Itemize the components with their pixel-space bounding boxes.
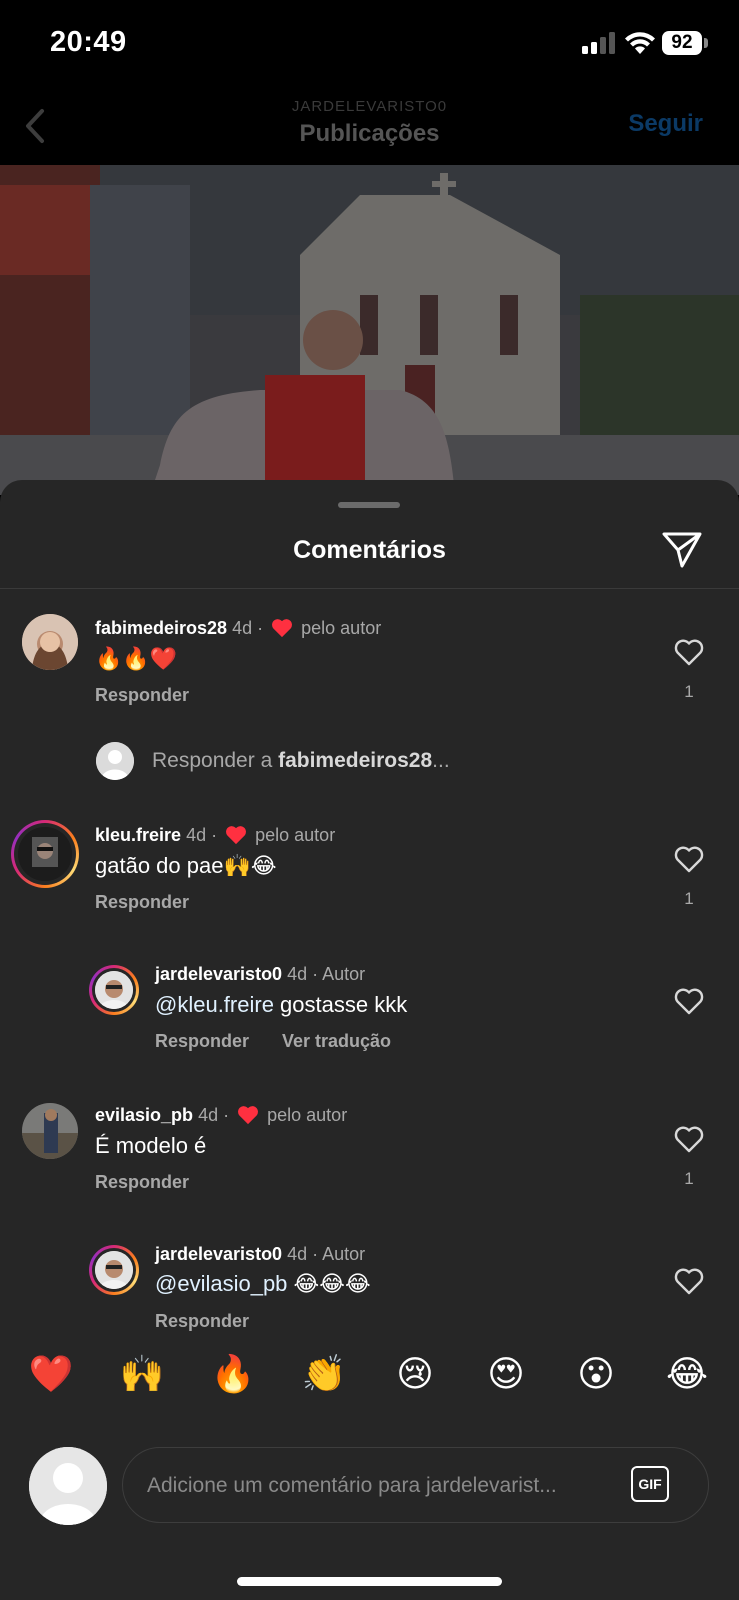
- reply-button[interactable]: Responder: [155, 1311, 249, 1332]
- battery-tip: [704, 38, 708, 48]
- avatar[interactable]: [22, 1103, 78, 1159]
- current-user-avatar: [29, 1447, 107, 1525]
- reply-button[interactable]: Responder: [95, 892, 189, 913]
- separator-dot: ·: [307, 1244, 323, 1264]
- reply-prompt-username: fabimedeiros28: [278, 749, 433, 772]
- battery-indicator: 92: [662, 31, 702, 55]
- reply-button[interactable]: Responder: [95, 1172, 189, 1193]
- liked-by-author-heart-icon: [272, 619, 293, 638]
- emoji-clapping[interactable]: 👏: [294, 1345, 354, 1405]
- reply-button[interactable]: Responder: [95, 685, 189, 706]
- home-indicator[interactable]: [237, 1577, 502, 1586]
- emoji-quick-bar: ❤️ 🙌 🔥 👏 😢 😍 😮 😂: [0, 1345, 739, 1425]
- emoji-raised-hands[interactable]: 🙌: [112, 1345, 172, 1405]
- comment-meta: fabimedeiros28 4d · pelo autor: [95, 618, 381, 639]
- separator-dot: ·: [206, 825, 218, 845]
- status-time: 20:49: [50, 26, 127, 58]
- like-count: 1: [684, 1169, 694, 1188]
- mention-link[interactable]: @evilasio_pb: [155, 1271, 287, 1296]
- comment-input[interactable]: [145, 1448, 609, 1524]
- comment-body: 😂😂😂: [287, 1271, 371, 1296]
- page-header: JARDELEVARISTO0 Publicações Seguir: [0, 90, 739, 165]
- separator-dot: ·: [307, 964, 323, 984]
- sheet-divider: [0, 588, 739, 589]
- avatar-image: [95, 1251, 133, 1289]
- avatar[interactable]: [18, 827, 72, 881]
- emoji-heart[interactable]: ❤️: [21, 1345, 81, 1405]
- liked-by-author-heart-icon: [238, 1106, 259, 1125]
- default-avatar-icon: [29, 1447, 107, 1525]
- comment-time: 4d: [287, 1244, 308, 1264]
- like-count: 1: [684, 682, 694, 701]
- comment-text: É modelo é: [95, 1133, 207, 1158]
- comment-time: 4d: [198, 1105, 219, 1125]
- comment-meta: jardelevaristo0 4d · Autor: [155, 1244, 365, 1265]
- avatar-image: [18, 827, 72, 881]
- avatar[interactable]: [95, 971, 133, 1009]
- like-count: 1: [684, 889, 694, 908]
- comment-username[interactable]: evilasio_pb: [95, 1105, 193, 1125]
- author-tag: Autor: [322, 1244, 366, 1264]
- avatar[interactable]: [22, 614, 78, 670]
- avatar-image: [22, 1103, 78, 1159]
- reply-prompt-text: Responder a fabimedeiros28...: [152, 749, 450, 773]
- emoji-heart-eyes[interactable]: 😍: [476, 1345, 536, 1405]
- avatar[interactable]: [95, 1251, 133, 1289]
- liked-by-author-heart-icon: [226, 826, 247, 845]
- reply-prompt-suffix: ...: [432, 749, 450, 772]
- liked-by-author-label: pelo autor: [301, 618, 382, 638]
- like-heart-icon[interactable]: [674, 638, 704, 666]
- reply-prompt-prefix: Responder a: [152, 749, 279, 772]
- comment-username[interactable]: kleu.freire: [95, 825, 181, 845]
- share-send-icon[interactable]: [660, 530, 704, 570]
- sheet-grabber[interactable]: [338, 502, 400, 508]
- comment-time: 4d: [186, 825, 207, 845]
- comment-username[interactable]: jardelevaristo0: [155, 1244, 282, 1264]
- comment-text: 🔥🔥❤️: [95, 646, 178, 671]
- comment-time: 4d: [287, 964, 308, 984]
- emoji-crying[interactable]: 😢: [385, 1345, 445, 1405]
- sheet-title: Comentários: [293, 536, 446, 564]
- gif-button[interactable]: GIF: [631, 1466, 669, 1502]
- separator-dot: ·: [252, 618, 264, 638]
- wifi-icon: [625, 32, 655, 54]
- avatar-image: [22, 614, 78, 670]
- comment-body: gostasse kkk: [273, 992, 408, 1017]
- comment-time: 4d: [232, 618, 253, 638]
- emoji-fire[interactable]: 🔥: [203, 1345, 263, 1405]
- separator-dot: ·: [218, 1105, 230, 1125]
- liked-by-author-label: pelo autor: [255, 825, 336, 845]
- like-heart-icon[interactable]: [674, 1267, 704, 1295]
- emoji-surprised[interactable]: 😮: [566, 1345, 626, 1405]
- like-heart-icon[interactable]: [674, 1125, 704, 1153]
- comment-text: @evilasio_pb 😂😂😂: [155, 1271, 371, 1297]
- see-translation-button[interactable]: Ver tradução: [282, 1031, 391, 1052]
- comment-text: @kleu.freire gostasse kkk: [155, 992, 407, 1018]
- comment-meta: kleu.freire 4d · pelo autor: [95, 825, 335, 846]
- comment-meta: evilasio_pb 4d · pelo autor: [95, 1105, 347, 1126]
- comment-username[interactable]: jardelevaristo0: [155, 964, 282, 984]
- avatar-image: [95, 971, 133, 1009]
- current-user-avatar: [96, 742, 134, 780]
- status-bar: 20:49 92: [0, 0, 739, 90]
- like-heart-icon[interactable]: [674, 845, 704, 873]
- comment-text: gatão do pae🙌😂: [95, 853, 277, 878]
- post-photo: [0, 165, 739, 495]
- author-tag: Autor: [322, 964, 366, 984]
- default-avatar-icon: [96, 742, 134, 780]
- cellular-signal-icon: [582, 32, 615, 54]
- comment-username[interactable]: fabimedeiros28: [95, 618, 227, 638]
- follow-button[interactable]: Seguir: [628, 110, 703, 138]
- comment-meta: jardelevaristo0 4d · Autor: [155, 964, 365, 985]
- mention-link[interactable]: @kleu.freire: [155, 992, 274, 1017]
- emoji-laughing[interactable]: 😂: [657, 1345, 717, 1405]
- reply-button[interactable]: Responder: [155, 1031, 249, 1052]
- post-image: [0, 165, 739, 495]
- liked-by-author-label: pelo autor: [267, 1105, 348, 1125]
- like-heart-icon[interactable]: [674, 987, 704, 1015]
- comment-composer: GIF: [122, 1447, 709, 1524]
